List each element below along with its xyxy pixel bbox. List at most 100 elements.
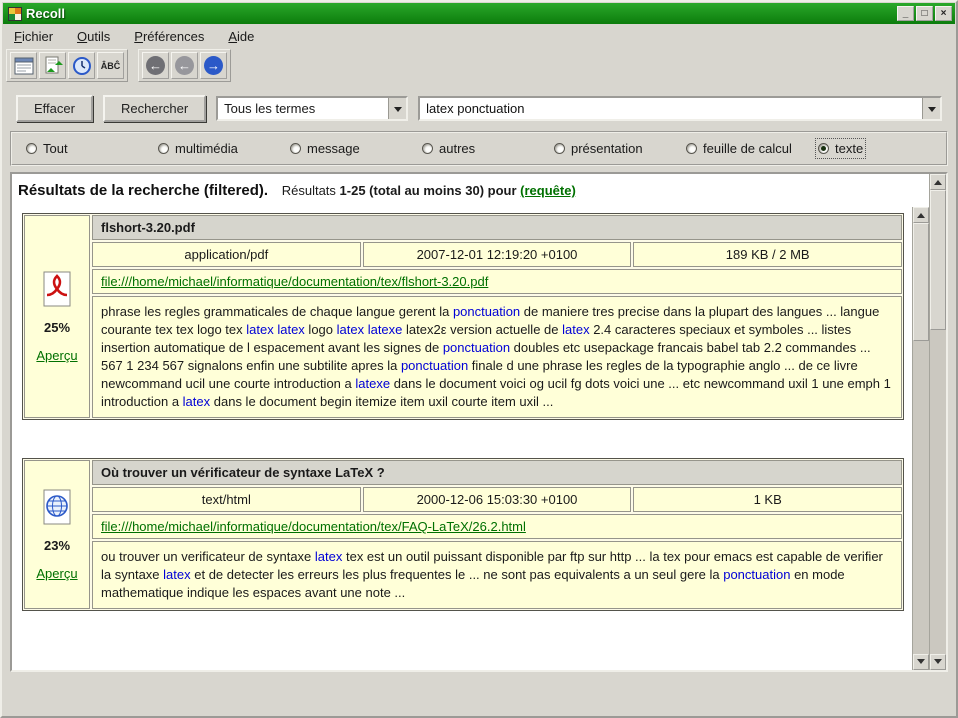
sort-parameters-icon — [43, 56, 63, 76]
filter-label: multimédia — [175, 141, 238, 156]
results-summary: Résultats 1-25 (total au moins 30) pour … — [282, 183, 576, 198]
scrollbar-thumb[interactable] — [930, 190, 946, 330]
scrollbar-thumb[interactable] — [913, 223, 929, 341]
query-link[interactable]: (requête) — [520, 183, 576, 198]
scroll-down-icon[interactable] — [913, 654, 929, 670]
term-explorer-button[interactable]: ÂBĈ — [97, 52, 124, 79]
highlighted-term: latex latexe — [337, 322, 403, 337]
results-main: Résultats de la recherche (filtered). Ré… — [12, 174, 929, 670]
snippet-text: dans le document begin itemize item uxil… — [210, 394, 553, 409]
snippet-text: logo — [305, 322, 337, 337]
minimize-button[interactable]: _ — [897, 6, 914, 21]
app-icon — [8, 7, 22, 21]
result-size: 1 KB — [633, 487, 902, 512]
results-panel: Résultats de la recherche (filtered). Ré… — [10, 172, 948, 672]
filter-radio-0[interactable]: Tout — [26, 141, 158, 156]
html-icon — [41, 489, 73, 525]
first-page-button[interactable]: ← — [142, 52, 169, 79]
scroll-up-icon[interactable] — [913, 207, 929, 223]
menu-fichier[interactable]: Fichier — [14, 29, 53, 44]
results-summary-prefix: Résultats — [282, 183, 336, 198]
result-meta-row: text/html 2000-12-06 15:03:30 +0100 1 KB — [92, 487, 902, 512]
inner-scrollbar[interactable] — [912, 207, 929, 670]
result-size: 189 KB / 2 MB — [633, 242, 902, 267]
advanced-search-icon — [14, 57, 34, 75]
result-mime: application/pdf — [92, 242, 361, 267]
results-range: 1-25 (total au moins 30) pour — [340, 183, 517, 198]
highlighted-term: latex latex — [246, 322, 305, 337]
menu-preferences[interactable]: Préférences — [134, 29, 204, 44]
menu-aide[interactable]: Aide — [228, 29, 254, 44]
filter-radio-6[interactable]: texte — [818, 141, 863, 156]
toolbar-group-tools: ÂBĈ — [6, 49, 128, 82]
chevron-down-icon[interactable] — [388, 98, 406, 119]
term-explorer-icon: ÂBĈ — [101, 61, 121, 71]
results-title: Résultats de la recherche (filtered). — [18, 182, 268, 199]
snippet-text: latex2ε version actuelle de — [402, 322, 562, 337]
advanced-search-button[interactable] — [10, 52, 37, 79]
snippet-text: et de detecter les erreurs les plus freq… — [191, 567, 724, 582]
filter-radio-2[interactable]: message — [290, 141, 422, 156]
filter-bar: Tout multimédia message autres présentation f… — [10, 131, 948, 166]
radio-icon — [422, 143, 433, 154]
previous-page-icon: ← — [175, 56, 194, 75]
filter-radio-1[interactable]: multimédia — [158, 141, 290, 156]
result-snippet: phrase les regles grammaticales de chaqu… — [92, 296, 902, 418]
results-list: 25% Aperçu flshort-3.20.pdf application/… — [12, 207, 912, 670]
toolbar: ÂBĈ ← ← → — [2, 47, 956, 86]
radio-icon — [290, 143, 301, 154]
scroll-up-icon[interactable] — [930, 174, 946, 190]
recoll-window: Recoll _ □ × Fichier Outils Préférences … — [0, 0, 958, 718]
document-history-button[interactable] — [68, 52, 95, 79]
filter-radio-3[interactable]: autres — [422, 141, 554, 156]
search-input[interactable] — [420, 101, 922, 116]
search-mode-select[interactable]: Tous les termes — [216, 96, 408, 121]
close-button[interactable]: × — [935, 6, 952, 21]
radio-icon — [158, 143, 169, 154]
result-meta-row: application/pdf 2007-12-01 12:19:20 +010… — [92, 242, 902, 267]
relevance-percent: 23% — [44, 538, 70, 553]
preview-link[interactable]: Aperçu — [36, 566, 77, 581]
status-strip — [2, 672, 956, 716]
result-url-link[interactable]: file:///home/michael/informatique/docume… — [101, 519, 526, 534]
window-title: Recoll — [26, 6, 895, 21]
filter-label: autres — [439, 141, 475, 156]
outer-scrollbar[interactable] — [929, 174, 946, 670]
document-history-icon — [72, 56, 92, 76]
sort-parameters-button[interactable] — [39, 52, 66, 79]
result-details: flshort-3.20.pdf application/pdf 2007-12… — [92, 215, 902, 418]
search-mode-value: Tous les termes — [218, 101, 388, 116]
relevance-percent: 25% — [44, 320, 70, 335]
previous-page-button[interactable]: ← — [171, 52, 198, 79]
highlighted-term: latex — [562, 322, 589, 337]
result-title: flshort-3.20.pdf — [92, 215, 902, 240]
titlebar[interactable]: Recoll _ □ × — [3, 3, 955, 24]
menubar: Fichier Outils Préférences Aide — [2, 25, 956, 47]
highlighted-term: ponctuation — [443, 340, 510, 355]
menu-outils[interactable]: Outils — [77, 29, 110, 44]
filter-label: présentation — [571, 141, 643, 156]
result-title: Où trouver un vérificateur de syntaxe La… — [92, 460, 902, 485]
filter-radio-4[interactable]: présentation — [554, 141, 686, 156]
filter-label: feuille de calcul — [703, 141, 792, 156]
next-page-button[interactable]: → — [200, 52, 227, 79]
result-date: 2000-12-06 15:03:30 +0100 — [363, 487, 632, 512]
chevron-down-icon[interactable] — [922, 98, 940, 119]
radio-icon — [818, 143, 829, 154]
pdf-icon — [41, 271, 73, 307]
results-header: Résultats de la recherche (filtered). Ré… — [12, 174, 929, 207]
result-url-link[interactable]: file:///home/michael/informatique/docume… — [101, 274, 488, 289]
filter-radio-5[interactable]: feuille de calcul — [686, 141, 818, 156]
snippet-text: phrase les regles grammaticales de chaqu… — [101, 304, 453, 319]
preview-link[interactable]: Aperçu — [36, 348, 77, 363]
highlighted-term: ponctuation — [453, 304, 520, 319]
search-query-combo[interactable] — [418, 96, 942, 121]
result-url-row: file:///home/michael/informatique/docume… — [92, 269, 902, 294]
radio-icon — [554, 143, 565, 154]
results-body: 25% Aperçu flshort-3.20.pdf application/… — [12, 207, 929, 670]
scroll-down-icon[interactable] — [930, 654, 946, 670]
highlighted-term: latex — [163, 567, 190, 582]
maximize-button[interactable]: □ — [916, 6, 933, 21]
search-button[interactable]: Rechercher — [103, 95, 206, 122]
clear-button[interactable]: Effacer — [16, 95, 93, 122]
